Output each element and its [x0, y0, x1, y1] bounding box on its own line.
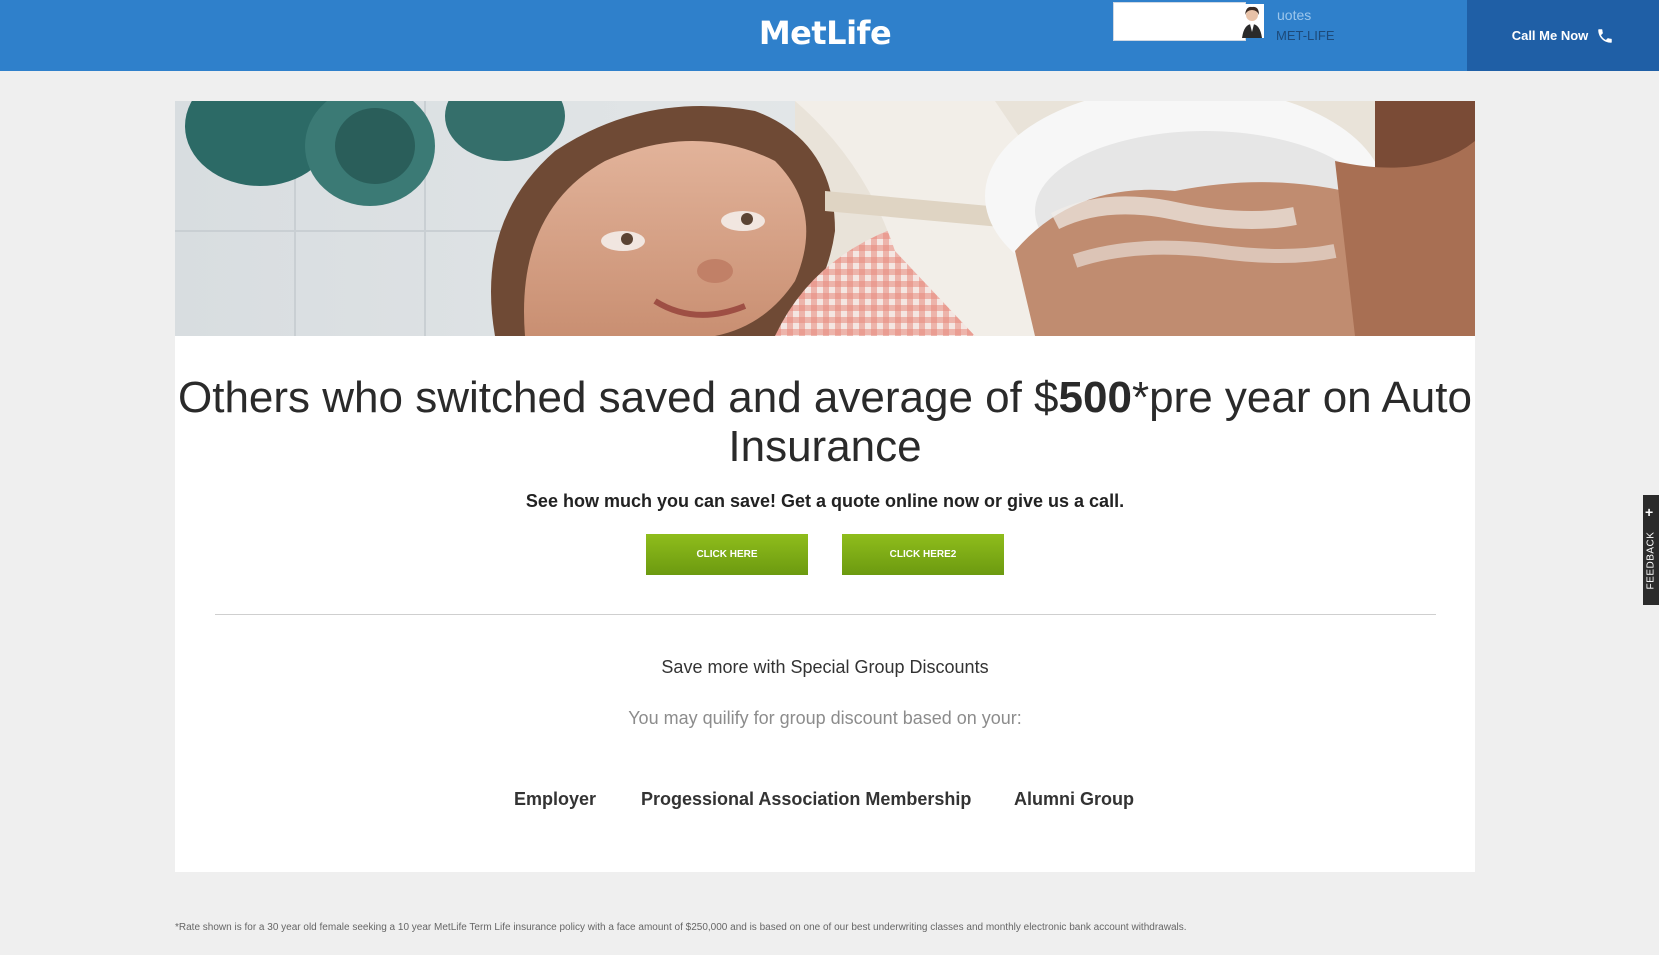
plus-icon: +	[1645, 504, 1654, 520]
metlife-logo[interactable]: MetLife	[700, 14, 950, 52]
call-me-now-label: Call Me Now	[1511, 28, 1589, 43]
footnote: *Rate shown is for a 30 year old female …	[175, 922, 1187, 933]
top-header: MetLife uotes MET-LIFE Call Me Now	[0, 0, 1659, 71]
headline: Others who switched saved and average of…	[175, 373, 1475, 471]
headline-pre: Others who switched saved and average of…	[178, 373, 1059, 422]
chat-widget-line2[interactable]: MET-LIFE	[1276, 28, 1335, 43]
click-here-button[interactable]: CLICK HERE	[646, 534, 808, 575]
group-discounts-title: Save more with Special Group Discounts	[661, 657, 989, 677]
subheading: See how much you can save! Get a quote o…	[525, 491, 1125, 511]
chat-widget-box[interactable]	[1113, 2, 1246, 41]
divider	[215, 614, 1436, 615]
main-card: Others who switched saved and average of…	[175, 101, 1475, 872]
click-here2-button[interactable]: CLICK HERE2	[842, 534, 1004, 575]
call-me-now-button[interactable]: Call Me Now	[1467, 0, 1659, 71]
agent-avatar-icon[interactable]	[1240, 4, 1264, 38]
chat-widget-line1[interactable]: uotes	[1277, 7, 1311, 23]
qualify-text: You may quilify for group discount based…	[628, 708, 1022, 728]
group-employer[interactable]: Employer	[514, 789, 596, 810]
group-professional-association[interactable]: Progessional Association Membership	[641, 789, 971, 810]
phone-icon	[1598, 28, 1613, 43]
feedback-tab[interactable]: + FEEDBACK	[1643, 495, 1659, 605]
feedback-label: FEEDBACK	[1645, 531, 1657, 590]
group-alumni[interactable]: Alumni Group	[1014, 789, 1134, 810]
headline-amount: 500	[1058, 373, 1132, 422]
hero-image	[175, 101, 1475, 336]
